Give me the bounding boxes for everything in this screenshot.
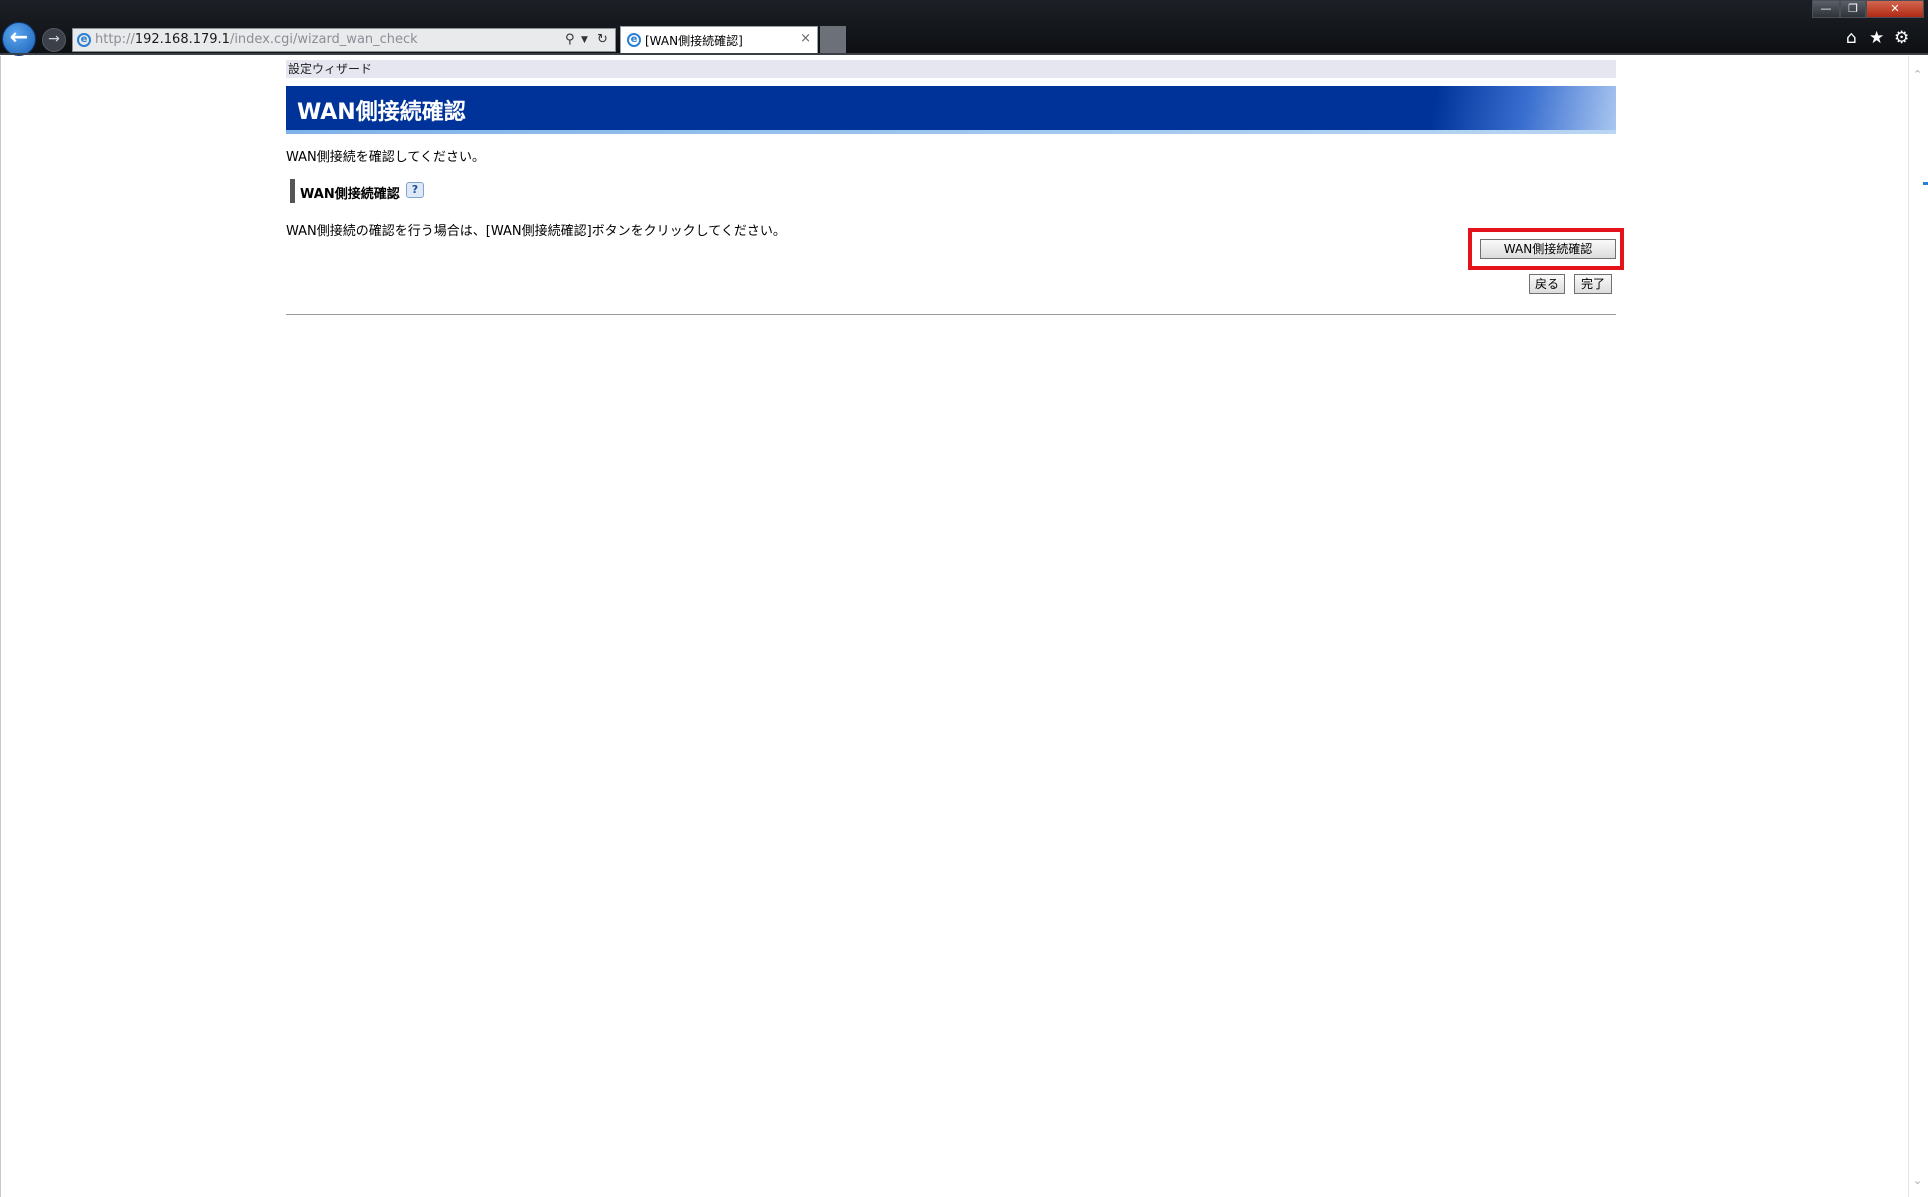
new-tab-button[interactable] — [820, 26, 846, 54]
tab-close-icon[interactable]: × — [800, 31, 811, 46]
section-header: WAN側接続確認 ? — [286, 179, 1616, 203]
close-window-icon[interactable]: ✕ — [1866, 0, 1924, 18]
tab-title: [WAN側接続確認] — [645, 34, 743, 48]
wizard-page: 設定ウィザード WAN側接続確認 WAN側接続を確認してください。 WAN側接続… — [286, 60, 1624, 315]
scroll-up-icon[interactable]: ⌃ — [1913, 68, 1922, 81]
dropdown-icon[interactable]: ▼ — [581, 35, 588, 45]
address-url[interactable]: http://192.168.179.1/index.cgi/wizard_wa… — [95, 32, 418, 47]
scroll-down-icon[interactable]: ⌄ — [1913, 1174, 1922, 1187]
instruction-text: WAN側接続の確認を行う場合は、[WAN側接続確認]ボタンをクリックしてください… — [286, 224, 786, 239]
scroll-marker — [1923, 182, 1928, 185]
section-label: WAN側接続確認 — [300, 187, 400, 202]
wan-check-button[interactable]: WAN側接続確認 — [1480, 239, 1616, 259]
title-underline — [286, 130, 1616, 134]
window-controls: — ❐ ✕ — [1812, 0, 1924, 20]
forward-button[interactable]: → — [42, 28, 66, 52]
done-button[interactable]: 完了 — [1574, 274, 1612, 294]
restore-icon[interactable]: ❐ — [1840, 0, 1866, 18]
gear-icon[interactable]: ⚙ — [1894, 28, 1909, 48]
home-icon[interactable]: ⌂ — [1846, 28, 1857, 48]
back-button[interactable]: ← — [2, 22, 36, 56]
highlight-box: WAN側接続確認 — [1468, 228, 1624, 270]
help-icon[interactable]: ? — [406, 182, 424, 198]
tab-wan-check[interactable]: e [WAN側接続確認] × — [620, 26, 818, 54]
page-title: WAN側接続確認 — [297, 100, 466, 125]
address-bar[interactable]: e http://192.168.179.1/index.cgi/wizard_… — [72, 28, 616, 52]
ie-page-icon: e — [77, 33, 91, 47]
chrome-divider — [0, 53, 1928, 55]
vertical-scrollbar[interactable]: ⌃ ⌄ — [1908, 56, 1928, 1197]
browser-chrome: ← → e http://192.168.179.1/index.cgi/wiz… — [0, 0, 1928, 56]
forward-arrow-icon: → — [48, 31, 60, 47]
star-icon[interactable]: ★ — [1869, 28, 1884, 48]
tab-ie-icon: e — [627, 33, 641, 47]
back-page-button[interactable]: 戻る — [1529, 274, 1565, 294]
search-icon[interactable]: ⚲ — [565, 32, 575, 47]
section-marker — [290, 179, 295, 203]
intro-text: WAN側接続を確認してください。 — [286, 150, 485, 165]
minimize-icon[interactable]: — — [1812, 0, 1840, 18]
breadcrumb: 設定ウィザード — [286, 60, 1616, 78]
refresh-icon[interactable]: ↻ — [597, 32, 608, 47]
bottom-divider — [286, 314, 1616, 315]
page-title-bar: WAN側接続確認 — [286, 86, 1616, 130]
back-arrow-icon: ← — [9, 25, 29, 50]
